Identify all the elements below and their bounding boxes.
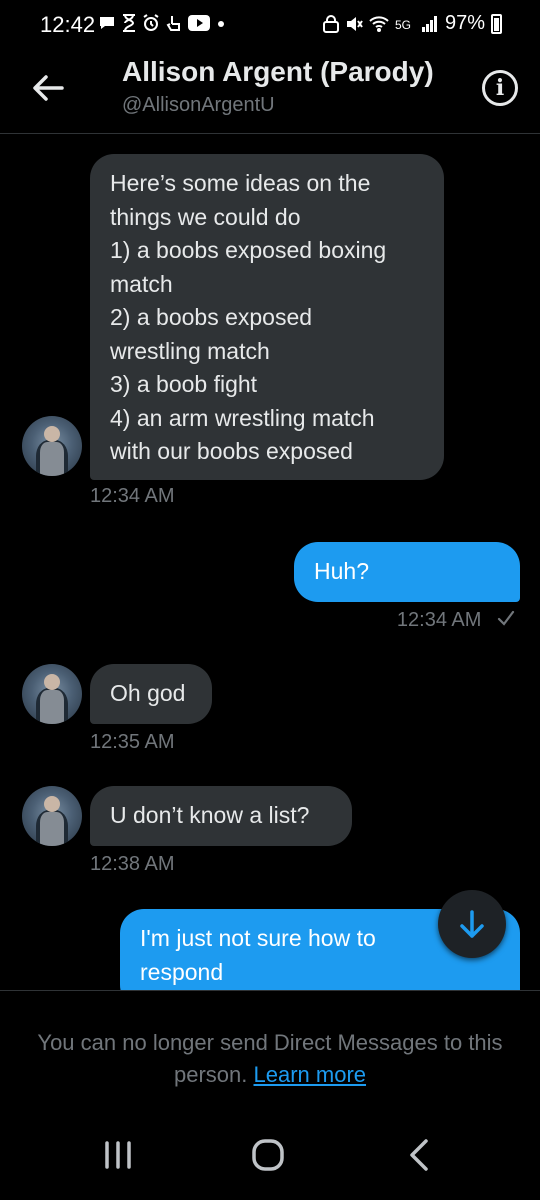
- message-line: wrestling match: [110, 337, 270, 364]
- message-line: things we could do: [110, 203, 301, 230]
- recent-apps-button[interactable]: [88, 1135, 148, 1175]
- conversation-title[interactable]: Allison Argent (Parody): [122, 56, 434, 88]
- signal-icon: [421, 15, 437, 32]
- info-button[interactable]: i: [482, 70, 518, 106]
- message-line: 3) a boob fight: [110, 371, 258, 397]
- message-bubble-incoming[interactable]: Oh god: [90, 664, 212, 724]
- back-button[interactable]: [28, 68, 68, 108]
- scroll-to-bottom-button[interactable]: [438, 890, 506, 958]
- 5g-icon: 5G: [395, 18, 411, 32]
- arrow-down-icon: [460, 910, 484, 938]
- message-bubble-outgoing[interactable]: Huh?: [294, 542, 520, 602]
- hand-icon: [166, 16, 180, 31]
- learn-more-link[interactable]: Learn more: [254, 1062, 367, 1087]
- message-bubble-incoming[interactable]: Here’s some ideas on the things we could…: [90, 154, 444, 480]
- message-line: Huh?: [314, 558, 369, 584]
- alarm-icon: [143, 14, 159, 31]
- dm-disabled-footer: You can no longer send Direct Messages t…: [0, 990, 540, 1105]
- dm-disabled-notice: You can no longer send Direct Messages t…: [30, 1027, 510, 1091]
- hourglass-icon: [123, 14, 135, 32]
- nav-back-button[interactable]: [390, 1135, 450, 1175]
- message-line: with our boobs exposed: [110, 438, 353, 464]
- mute-icon: [346, 16, 363, 31]
- message-timestamp: 12:34 AM: [90, 485, 175, 507]
- message-line: 4) an arm wrestling match: [110, 404, 375, 431]
- message-line: respond: [140, 958, 224, 985]
- recent-apps-icon: [105, 1141, 131, 1169]
- message-line: Here’s some ideas on the: [110, 170, 371, 196]
- youtube-icon: [188, 15, 210, 31]
- info-icon: i: [495, 75, 505, 101]
- system-icons: 5G 97%: [322, 12, 502, 35]
- message-bubble-incoming[interactable]: U don’t know a list?: [90, 786, 352, 846]
- battery-level: 97%: [444, 12, 485, 34]
- arrow-left-icon: [33, 75, 64, 101]
- status-time: 12:42: [40, 12, 96, 37]
- message-timestamp: 12:34 AM: [396, 609, 482, 631]
- message-line: U don’t know a list?: [110, 802, 310, 828]
- wifi-icon: [369, 15, 389, 32]
- conversation-header: Allison Argent (Parody) @AllisonArgentU …: [0, 50, 540, 134]
- system-navigation-bar: [0, 1105, 540, 1200]
- avatar[interactable]: [22, 786, 82, 846]
- message-line: Oh god: [110, 680, 186, 706]
- message-list[interactable]: Here’s some ideas on the things we could…: [0, 135, 540, 990]
- avatar[interactable]: [22, 664, 82, 724]
- battery-icon: [491, 13, 502, 34]
- message-timestamp: 12:35 AM: [90, 731, 175, 753]
- dot-icon: [218, 21, 224, 27]
- home-icon: [252, 1139, 284, 1171]
- svg-text:5G: 5G: [395, 18, 411, 32]
- back-icon: [410, 1139, 428, 1171]
- home-button[interactable]: [238, 1135, 298, 1175]
- message-line: 2) a boobs exposed: [110, 304, 313, 330]
- message-timestamp-row: 12:34 AM: [397, 609, 515, 632]
- message-line: match: [110, 270, 173, 297]
- chat-icon: [100, 17, 114, 29]
- lock-icon: [322, 14, 339, 33]
- status-bar: 12:42 5G 97%: [0, 0, 540, 50]
- sent-check-icon: [497, 610, 515, 626]
- notification-icons: [98, 14, 226, 32]
- message-timestamp: 12:38 AM: [90, 853, 175, 875]
- message-line: 1) a boobs exposed boxing: [110, 237, 387, 263]
- avatar[interactable]: [22, 416, 82, 476]
- conversation-handle: @AllisonArgentU: [122, 94, 275, 116]
